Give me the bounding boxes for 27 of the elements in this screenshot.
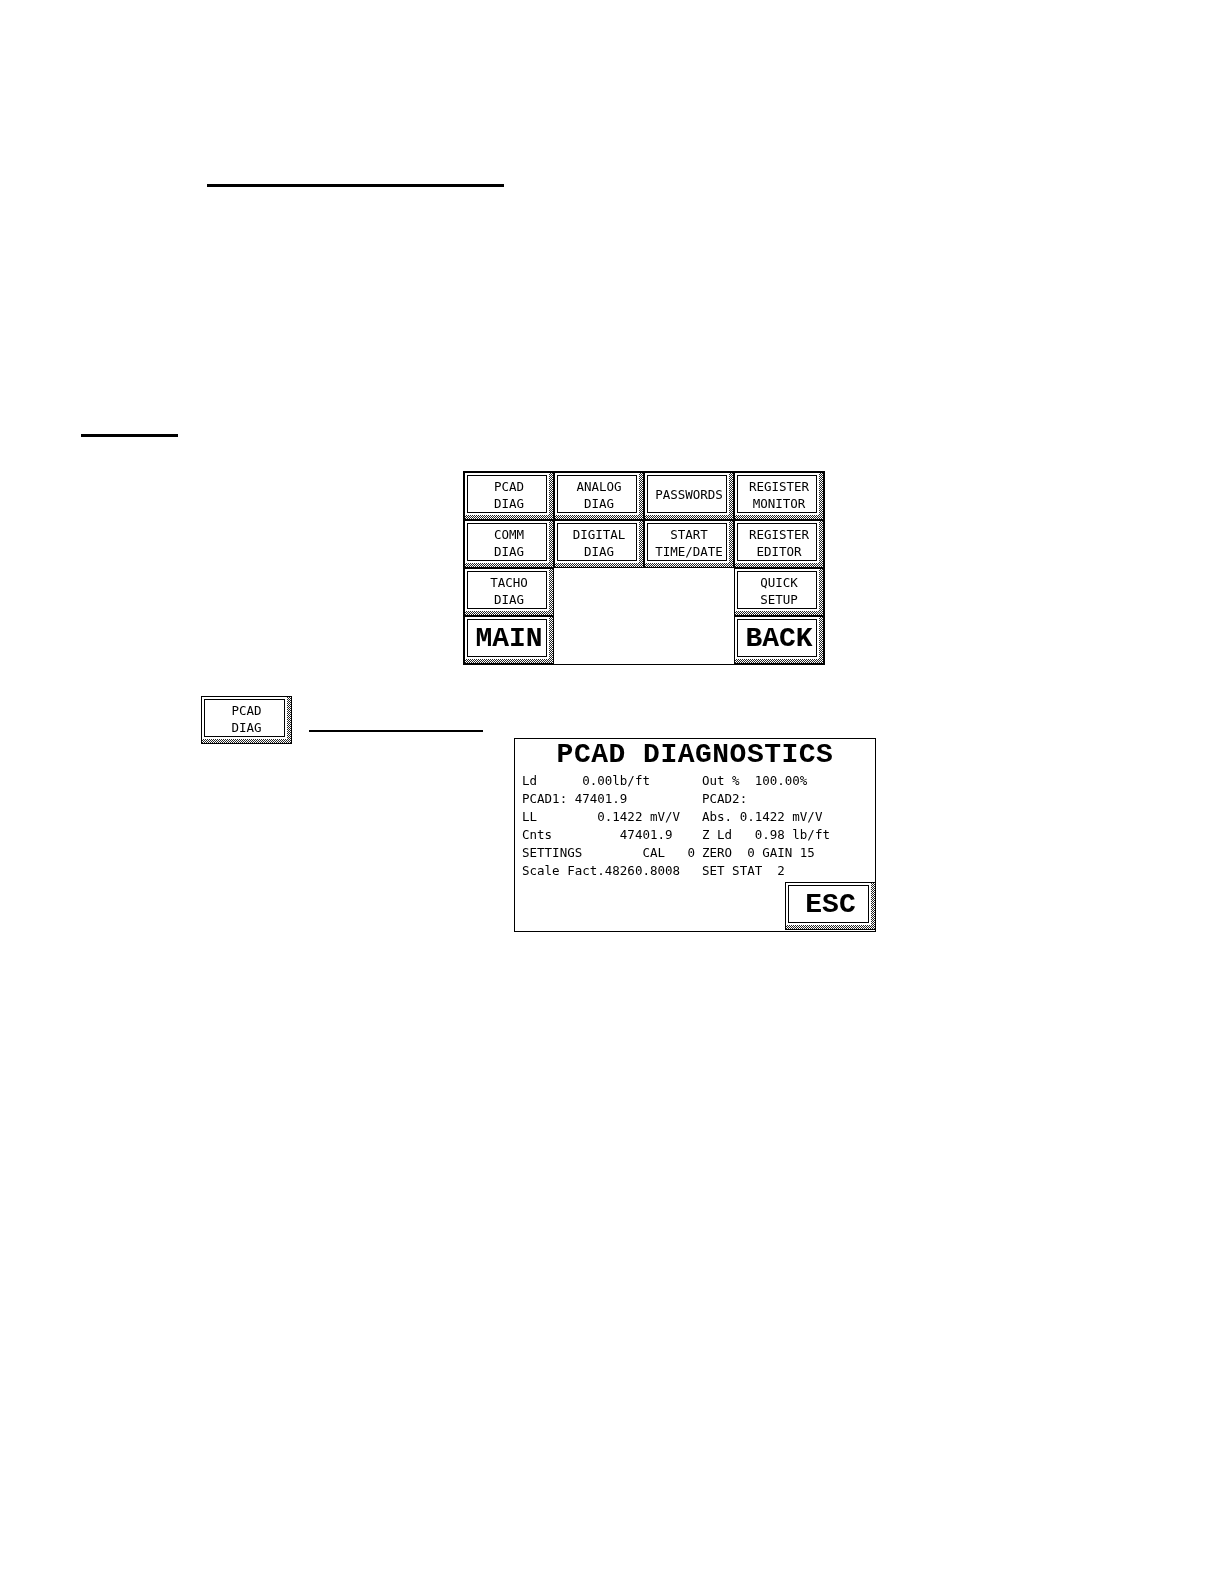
panel-title: PCAD DIAGNOSTICS	[555, 739, 835, 771]
menu-button[interactable]: QUICK SETUP	[734, 568, 824, 616]
reading-text: Cnts 47401.9	[522, 826, 674, 842]
reading-text: ZERO 0 GAIN 15	[702, 844, 815, 860]
reading-text: Scale Fact.48260.8008	[522, 862, 682, 878]
menu-button[interactable]: COMM DIAG	[464, 520, 554, 568]
reading-text: Out % 100.00%	[702, 772, 808, 788]
menu-button[interactable]: PCAD DIAG	[464, 472, 554, 520]
reading-text: PCAD1: 47401.9	[522, 790, 629, 806]
menu-button[interactable]: DIGITAL DIAG	[554, 520, 644, 568]
reading-text: Ld 0.00lb/ft	[522, 772, 651, 788]
menu-button[interactable]: ANALOG DIAG	[554, 472, 644, 520]
menu-button[interactable]: PASSWORDS	[644, 472, 734, 520]
reading-text: PCAD2:	[702, 790, 748, 806]
menu-button[interactable]: BACK	[734, 616, 824, 664]
menu-button[interactable]: PCAD DIAG	[201, 696, 292, 744]
menu-button[interactable]: REGISTER MONITOR	[734, 472, 824, 520]
menu-button[interactable]: TACHO DIAG	[464, 568, 554, 616]
escape-button[interactable]: ESC	[785, 882, 876, 930]
reading-text: SET STAT 2	[702, 862, 785, 878]
menu-button[interactable]: START TIME/DATE	[644, 520, 734, 568]
reading-text: Abs. 0.1422 mV/V	[702, 808, 823, 824]
menu-button[interactable]: REGISTER EDITOR	[734, 520, 824, 568]
reading-text: SETTINGS CAL 0	[522, 844, 697, 860]
reading-text: Z Ld 0.98 lb/ft	[702, 826, 830, 842]
reading-text: LL 0.1422 mV/V	[522, 808, 682, 824]
menu-button[interactable]: MAIN	[464, 616, 554, 664]
